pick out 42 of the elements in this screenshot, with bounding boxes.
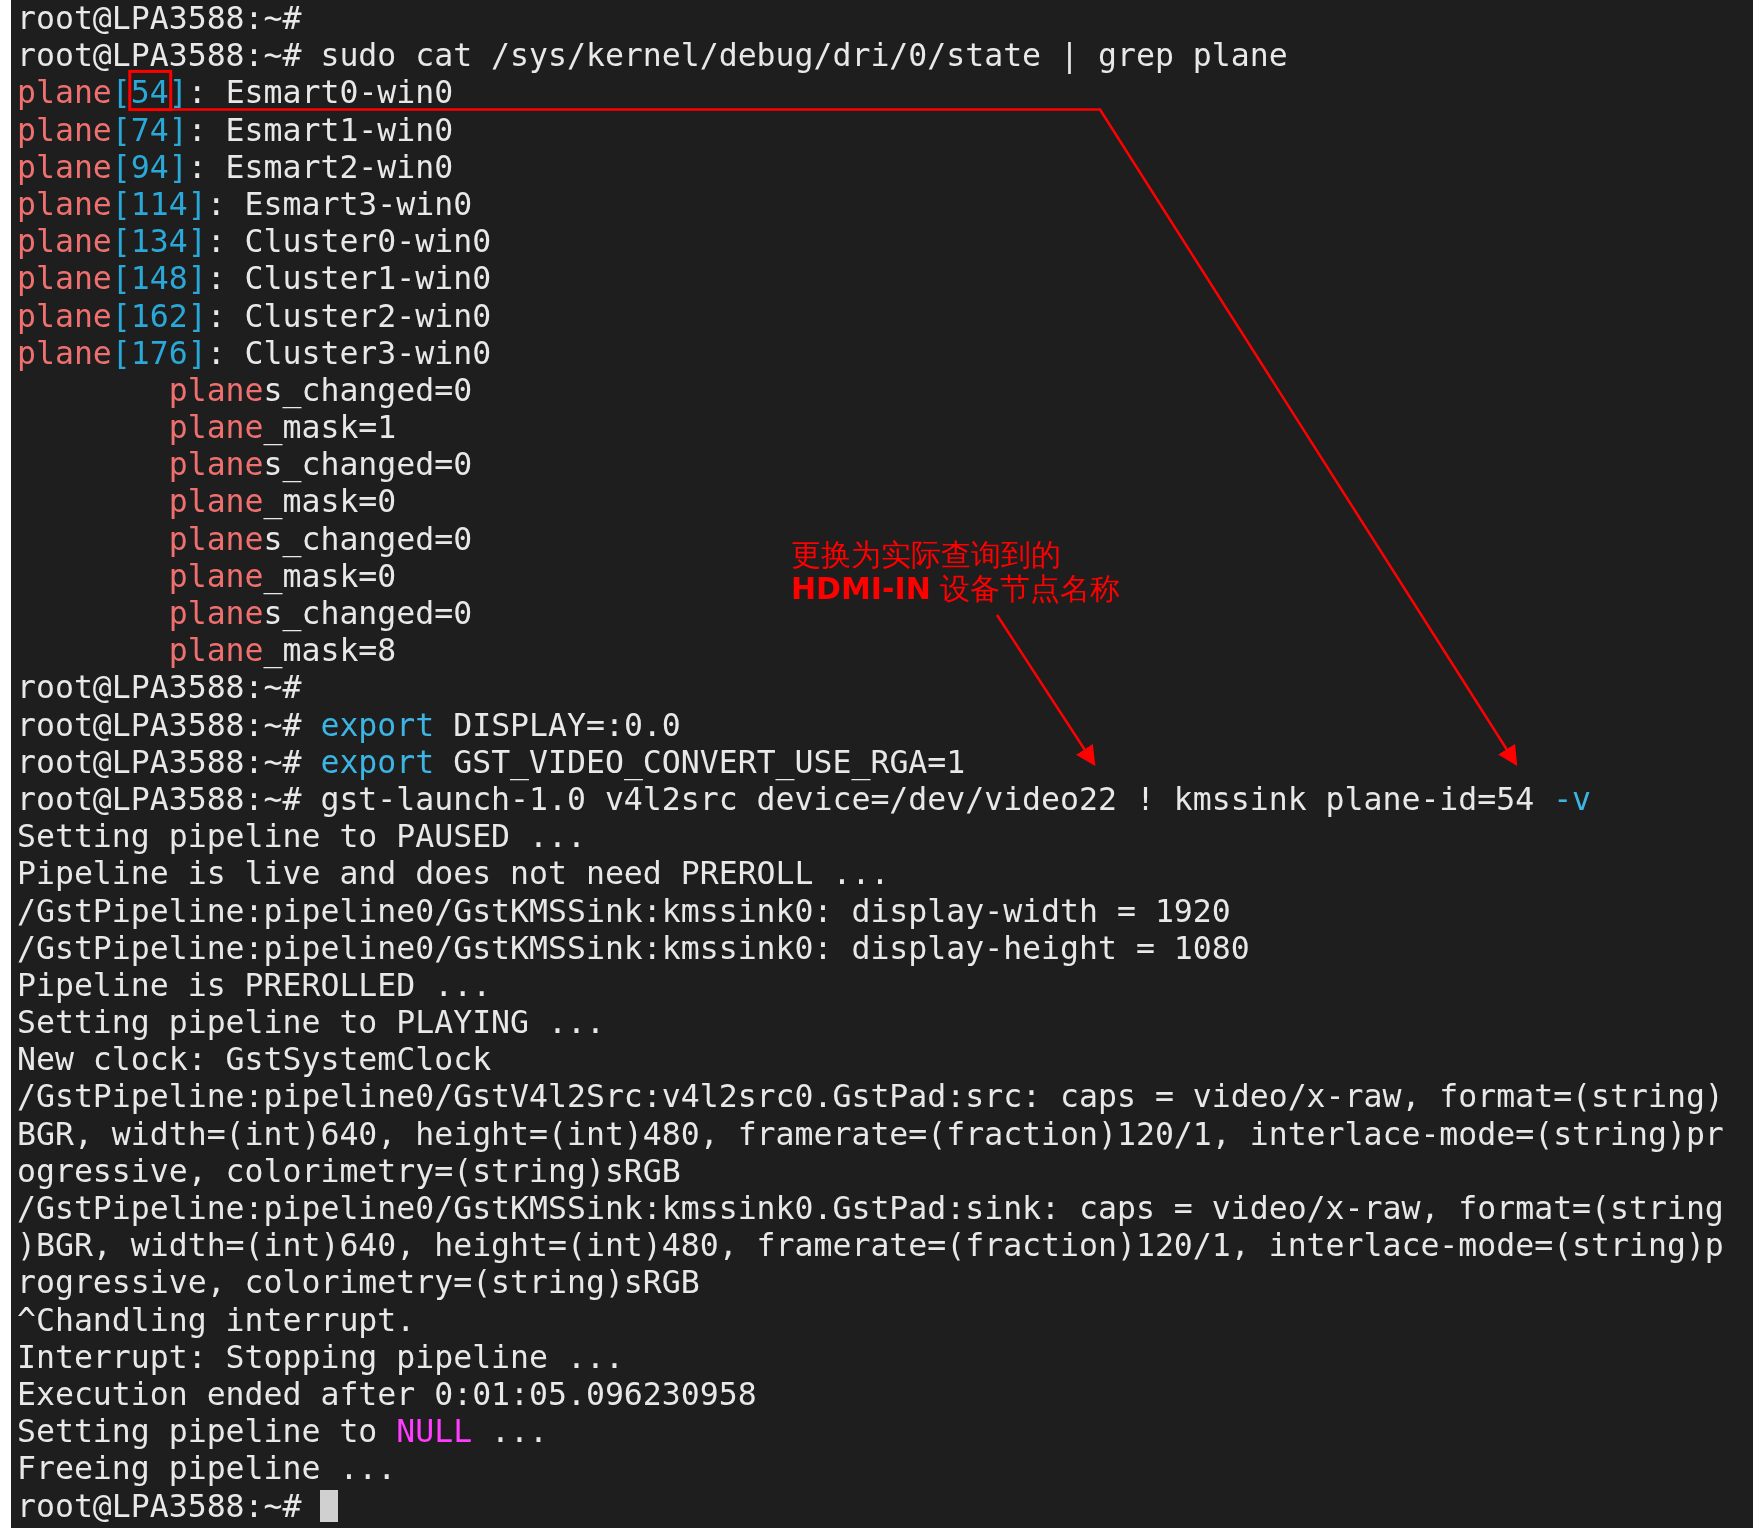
- terminal-line: ogressive, colorimetry=(string)sRGB: [17, 1152, 681, 1190]
- terminal-line: plane_mask=8: [167, 632, 397, 670]
- terminal-line: Execution ended after 0:01:05.096230958: [17, 1375, 757, 1414]
- terminal-line: root@LPA3588:~#: [17, 669, 302, 707]
- terminal-line: Setting pipeline to PLAYING ...: [17, 1004, 605, 1042]
- terminal-line: plane[148]: Cluster1-win0: [17, 260, 492, 298]
- terminal-line: /GstPipeline:pipeline0/GstV4l2Src:v4l2src0.GstPad:src: caps = video/x-raw, format=(string): [17, 1078, 1724, 1116]
- annotation-note: 更换为实际查询到的 HDMI-IN 设备节点名称: [791, 538, 1121, 606]
- terminal-line: plane[114]: Esmart3-win0: [17, 185, 473, 224]
- terminal-line: /GstPipeline:pipeline0/GstKMSSink:kmssink0: display-width = 1920: [17, 892, 1231, 930]
- terminal-line: Setting pipeline to NULL ...: [17, 1413, 548, 1451]
- terminal-line: root@LPA3588:~#: [17, 0, 302, 38]
- terminal-line: Pipeline is live and does not need PREROLL ...: [17, 855, 890, 893]
- terminal-line: root@LPA3588:~# export DISPLAY=:0.0: [17, 706, 681, 744]
- terminal-line: /GstPipeline:pipeline0/GstKMSSink:kmssink0: display-height = 1080: [17, 929, 1250, 967]
- terminal-line: ^Chandling interrupt.: [17, 1301, 416, 1339]
- terminal-line: plane_mask=1: [167, 409, 397, 447]
- terminal-line: planes_changed=0: [167, 595, 473, 633]
- terminal-line: plane[74]: Esmart1-win0: [17, 111, 454, 149]
- terminal-line: plane_mask=0: [167, 483, 397, 521]
- terminal-line: planes_changed=0: [167, 371, 473, 410]
- terminal-line: planes_changed=0: [167, 446, 473, 484]
- terminal-line: Freeing pipeline ...: [17, 1450, 397, 1488]
- terminal-line: )BGR, width=(int)640, height=(int)480, framerate=(fraction)120/1, interlace-mode=(string)p: [17, 1227, 1724, 1265]
- terminal-line: root@LPA3588:~# sudo cat /sys/kernel/debug/dri/0/state | grep plane: [17, 37, 1288, 75]
- terminal-line: plane[134]: Cluster0-win0: [17, 223, 492, 261]
- terminal-line: plane_mask=0: [167, 557, 397, 595]
- terminal-line: BGR, width=(int)640, height=(int)480, framerate=(fraction)120/1, interlace-mode=(string)pr: [17, 1115, 1724, 1153]
- terminal-line: Setting pipeline to PAUSED ...: [17, 818, 586, 856]
- terminal-line: root@LPA3588:~# export GST_VIDEO_CONVERT_USE_RGA=1: [17, 743, 966, 781]
- terminal-line: plane[162]: Cluster2-win0: [17, 297, 492, 335]
- terminal-line: plane[94]: Esmart2-win0: [17, 148, 454, 186]
- terminal-line: plane[176]: Cluster3-win0: [17, 334, 492, 372]
- terminal-line: New clock: GstSystemClock: [17, 1041, 492, 1079]
- terminal-line: planes_changed=0: [167, 520, 473, 558]
- terminal-line: Pipeline is PREROLLED ...: [17, 966, 492, 1005]
- terminal-line: rogressive, colorimetry=(string)sRGB: [17, 1264, 700, 1302]
- terminal-line: plane[54]: Esmart0-win0: [17, 74, 454, 112]
- terminal-line: root@LPA3588:~# gst-launch-1.0 v4l2src device=/dev/video22 ! kmssink plane-id=54 -v: [17, 780, 1592, 819]
- terminal-line: root@LPA3588:~#: [17, 1487, 303, 1525]
- terminal-line: /GstPipeline:pipeline0/GstKMSSink:kmssink0.GstPad:sink: caps = video/x-raw, format=(string: [17, 1190, 1724, 1228]
- terminal-line: Interrupt: Stopping pipeline ...: [17, 1338, 624, 1376]
